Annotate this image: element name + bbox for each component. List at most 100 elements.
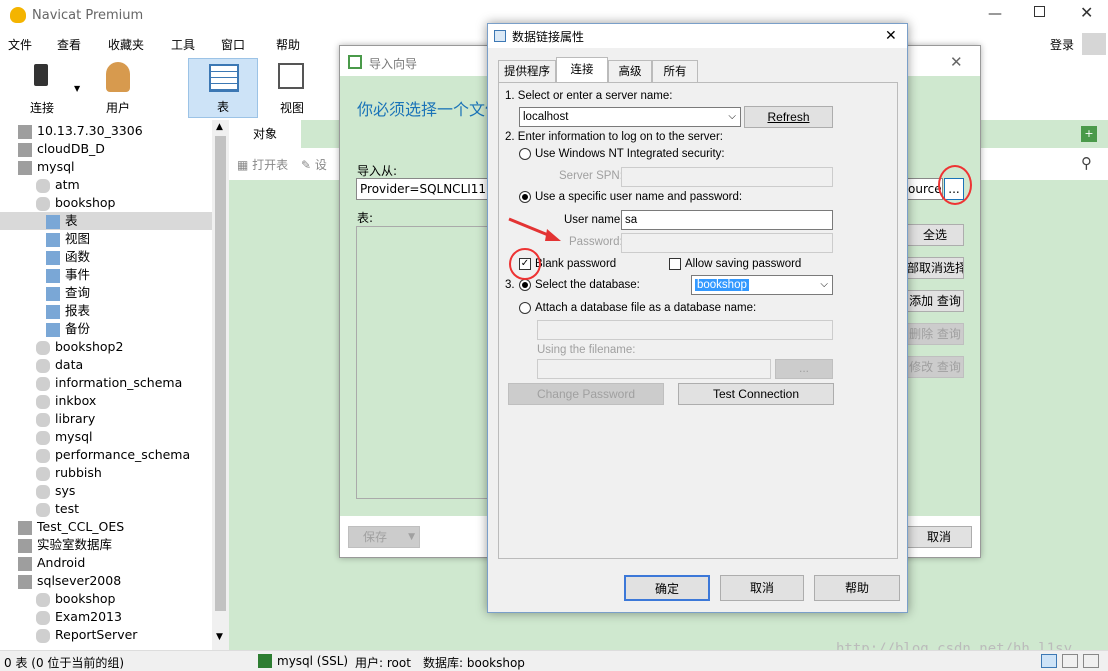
- select-all-button[interactable]: 全选: [906, 224, 964, 246]
- tab-all[interactable]: 所有: [652, 60, 698, 82]
- view-button[interactable]: 视图: [262, 58, 322, 118]
- password-input[interactable]: [621, 233, 833, 253]
- tree-item[interactable]: 表: [0, 212, 212, 230]
- tree-item[interactable]: 事件: [46, 266, 90, 284]
- add-query-button[interactable]: 添加 查询: [906, 290, 964, 312]
- tree-item[interactable]: data: [36, 356, 83, 374]
- tree-item[interactable]: 查询: [46, 284, 90, 302]
- view-label: 视图: [279, 101, 304, 115]
- tables-list[interactable]: [356, 226, 490, 499]
- new-connection-icon[interactable]: +: [1081, 126, 1097, 142]
- minimize-button[interactable]: —: [988, 6, 1002, 22]
- tree-item[interactable]: atm: [36, 176, 80, 194]
- tab-advanced[interactable]: 高级: [608, 60, 652, 82]
- tree-item[interactable]: bookshop: [36, 194, 116, 212]
- tree-item[interactable]: cloudDB_D: [18, 140, 105, 158]
- change-password-button[interactable]: Change Password: [508, 383, 664, 405]
- user-button[interactable]: 用户: [88, 58, 148, 118]
- menu-tools[interactable]: 工具: [171, 36, 195, 53]
- list-view-icon[interactable]: [1041, 654, 1057, 668]
- modify-query-button[interactable]: 修改 查询: [906, 356, 964, 378]
- dropdown-arrow-icon[interactable]: ▼: [74, 84, 80, 93]
- filename-browse-button[interactable]: ...: [775, 359, 833, 379]
- menu-favorites[interactable]: 收藏夹: [108, 36, 144, 53]
- object-icon: [46, 286, 60, 301]
- tree-item[interactable]: ReportServer: [36, 626, 137, 644]
- menu-file[interactable]: 文件: [8, 36, 32, 53]
- tab-objects[interactable]: 对象: [229, 120, 301, 148]
- refresh-button[interactable]: Refresh: [744, 106, 833, 128]
- maximize-button[interactable]: [1034, 6, 1045, 17]
- tree-item[interactable]: 备份: [46, 320, 90, 338]
- select-database-radio[interactable]: [519, 279, 531, 291]
- tree-item[interactable]: 函数: [46, 248, 90, 266]
- tree-item[interactable]: sqlsever2008: [18, 572, 121, 590]
- provider-field[interactable]: Provider=SQLNCLI11.1: [356, 178, 492, 200]
- save-dropdown-icon[interactable]: ▼: [408, 527, 415, 547]
- cancel-button[interactable]: 取消: [720, 575, 804, 601]
- dialog-close-icon[interactable]: ✕: [885, 27, 897, 44]
- detail-view-icon[interactable]: [1062, 654, 1078, 668]
- filename-input[interactable]: [537, 359, 771, 379]
- tree-item[interactable]: 视图: [46, 230, 90, 248]
- tree-item[interactable]: bookshop2: [36, 338, 123, 356]
- scroll-down-arrow-icon[interactable]: ▼: [216, 632, 223, 642]
- connect-button[interactable]: ▼ 连接: [12, 58, 80, 118]
- tree-item[interactable]: Test_CCL_OES: [18, 518, 124, 536]
- wizard-save-button[interactable]: 保存 ▼: [348, 526, 420, 548]
- grid-view-icon[interactable]: [1083, 654, 1099, 668]
- tree-item[interactable]: test: [36, 500, 79, 518]
- tree-item[interactable]: library: [36, 410, 95, 428]
- tree-item-label: bookshop: [55, 195, 116, 210]
- tree-item-label: performance_schema: [55, 447, 191, 462]
- test-connection-button[interactable]: Test Connection: [678, 383, 834, 405]
- scroll-thumb[interactable]: [215, 136, 226, 611]
- tree-item[interactable]: 实验室数据库: [18, 536, 112, 554]
- database-select[interactable]: bookshop ⌵: [691, 275, 833, 295]
- tree-item[interactable]: sys: [36, 482, 75, 500]
- design-button[interactable]: ✎ 设: [301, 156, 327, 173]
- server-spn-input[interactable]: [621, 167, 833, 187]
- ok-button[interactable]: 确定: [624, 575, 710, 601]
- attach-db-name-input[interactable]: [537, 320, 833, 340]
- menu-window[interactable]: 窗口: [221, 36, 245, 53]
- help-button[interactable]: 帮助: [814, 575, 900, 601]
- attach-file-radio[interactable]: [519, 302, 531, 314]
- scroll-up-arrow-icon[interactable]: ▲: [216, 122, 223, 132]
- menu-help[interactable]: 帮助: [276, 36, 300, 53]
- tree-item[interactable]: bookshop: [36, 590, 116, 608]
- tree-item[interactable]: Android: [18, 554, 85, 572]
- login-link[interactable]: 登录: [1050, 36, 1074, 53]
- tree-item[interactable]: mysql: [36, 428, 93, 446]
- nt-security-radio[interactable]: [519, 148, 531, 160]
- user-avatar[interactable]: [1082, 33, 1106, 57]
- table-button[interactable]: 表: [188, 58, 258, 118]
- tree-item[interactable]: Exam2013: [36, 608, 122, 626]
- filename-browse-label: ...: [798, 361, 809, 375]
- tree-scrollbar[interactable]: ▲ ▼: [212, 120, 229, 650]
- allow-saving-checkbox[interactable]: [669, 258, 681, 270]
- tree-item[interactable]: information_schema: [36, 374, 182, 392]
- user-name-input[interactable]: sa: [621, 210, 833, 230]
- server-name-input[interactable]: localhost ⌵: [519, 107, 741, 127]
- tree-item[interactable]: mysql: [18, 158, 75, 176]
- search-icon[interactable]: ⚲: [1081, 154, 1092, 172]
- wizard-close-icon[interactable]: ✕: [950, 53, 963, 71]
- tab-provider[interactable]: 提供程序: [498, 60, 556, 82]
- open-table-button[interactable]: ▦ 打开表: [237, 156, 288, 173]
- specific-user-radio[interactable]: [519, 191, 531, 203]
- tree-item[interactable]: 报表: [46, 302, 90, 320]
- tree-item[interactable]: inkbox: [36, 392, 96, 410]
- app-title: Navicat Premium: [32, 8, 144, 23]
- tree-item[interactable]: rubbish: [36, 464, 102, 482]
- tree-item[interactable]: 10.13.7.30_3306: [18, 122, 143, 140]
- tree-item[interactable]: performance_schema: [36, 446, 190, 464]
- tab-connection[interactable]: 连接: [556, 57, 608, 83]
- database-dropdown-icon[interactable]: ⌵: [820, 276, 828, 294]
- delete-query-button[interactable]: 删除 查询: [906, 323, 964, 345]
- server-dropdown-icon[interactable]: ⌵: [728, 108, 736, 126]
- menu-view[interactable]: 查看: [57, 36, 81, 53]
- wizard-cancel-button[interactable]: 取消: [906, 526, 972, 548]
- close-window-button[interactable]: ✕: [1080, 3, 1093, 22]
- deselect-all-button[interactable]: 部取消选择: [906, 257, 964, 279]
